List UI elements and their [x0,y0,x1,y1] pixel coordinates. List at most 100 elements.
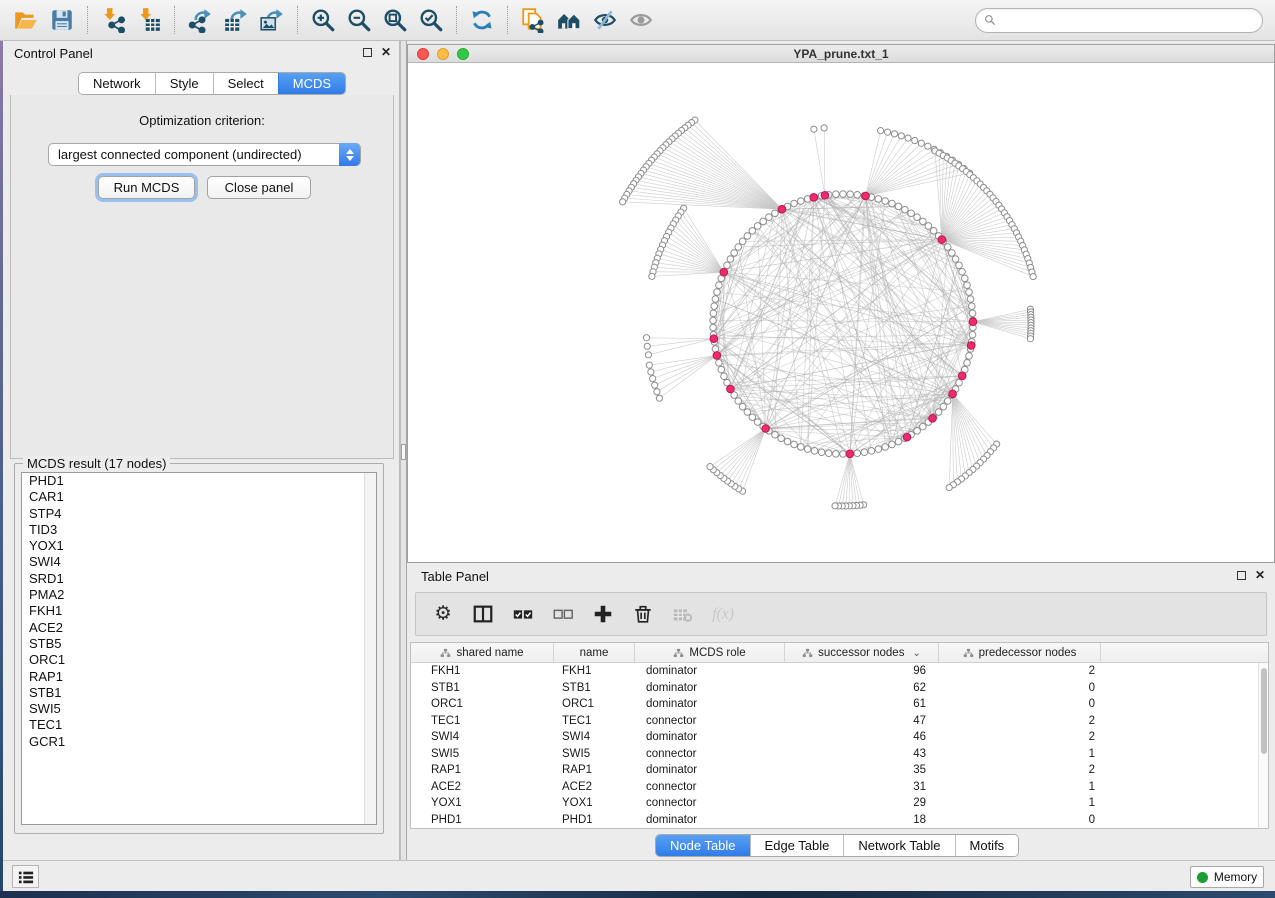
vertical-splitter[interactable] [400,41,407,860]
export-table-button[interactable] [218,4,254,36]
tab-edge-table[interactable]: Edge Table [750,835,844,856]
mcds-result-item[interactable]: GCR1 [22,734,376,750]
tab-network-table[interactable]: Network Table [843,835,954,856]
tab-style[interactable]: Style [155,73,213,94]
control-panel-title: Control Panel [14,46,93,61]
table-row[interactable]: RAP1RAP1dominator352 [411,762,1258,779]
mcds-result-item[interactable]: YOX1 [22,538,376,554]
table-row[interactable]: YOX1YOX1connector291 [411,795,1258,812]
mcds-result-item[interactable]: ORC1 [22,652,376,668]
table-row[interactable]: FKH1FKH1dominator962 [411,663,1258,680]
mcds-result-item[interactable]: SWI4 [22,554,376,570]
close-panel-button[interactable]: Close panel [207,176,311,199]
export-table-icon [223,7,249,33]
table-row[interactable]: SWI5SWI5connector431 [411,746,1258,763]
save-session-button[interactable] [44,4,80,36]
column-header-MCDS-role[interactable]: MCDS role [635,643,785,663]
cell-shared-name: FKH1 [411,665,554,677]
close-panel-icon[interactable]: ✕ [381,47,391,57]
zoom-fit-button[interactable] [377,4,413,36]
network-view-titlebar[interactable]: YPA_prune.txt_1 [408,45,1274,63]
cell-name: SWI4 [554,731,635,743]
zoom-out-button[interactable] [341,4,377,36]
deselect-all-icon [552,603,574,625]
mcds-result-item[interactable]: CAR1 [22,489,376,505]
mcds-result-item[interactable]: PMA2 [22,587,376,603]
network-view-title: YPA_prune.txt_1 [408,47,1274,61]
mcds-result-item[interactable]: SRD1 [22,571,376,587]
tab-motifs[interactable]: Motifs [955,835,1019,856]
run-mcds-button[interactable]: Run MCDS [98,176,195,199]
show-graphics-details-button[interactable] [623,4,659,36]
delete-table-icon [672,603,694,625]
tab-network[interactable]: Network [79,73,155,94]
function-builder-button: f(x) [710,601,736,627]
deselect-all-button[interactable] [550,601,576,627]
export-image-button[interactable] [254,4,290,36]
houses-button[interactable] [551,4,587,36]
import-network-button[interactable] [95,4,131,36]
apply-layout-button[interactable] [464,4,500,36]
select-all-button[interactable] [510,601,536,627]
add-row-button[interactable] [590,601,616,627]
apply-layout-icon [469,7,495,33]
new-network-from-selection-button[interactable] [515,4,551,36]
mcds-result-item[interactable]: SWI5 [22,701,376,717]
tab-select[interactable]: Select [213,73,278,94]
scrollbar-thumb[interactable] [1261,668,1267,754]
mcds-result-item[interactable]: FKH1 [22,603,376,619]
delete-row-button[interactable] [630,601,656,627]
criterion-select[interactable]: largest connected component (undirected) [48,143,361,166]
search-icon [984,14,997,27]
open-session-button[interactable] [8,4,44,36]
mcds-result-list[interactable]: PHD1CAR1STP4TID3YOX1SWI4SRD1PMA2FKH1ACE2… [21,472,377,825]
cell-successor-nodes: 96 [785,665,939,677]
table-row[interactable]: SWI4SWI4dominator462 [411,729,1258,746]
mcds-result-item[interactable]: STB5 [22,636,376,652]
column-header-successor-nodes[interactable]: successor nodes⌄ [785,643,939,663]
mcds-result-item[interactable]: RAP1 [22,669,376,685]
zoom-in-button[interactable] [305,4,341,36]
cell-shared-name: SWI5 [411,748,554,760]
network-canvas[interactable] [408,63,1274,562]
zoom-selected-button[interactable] [413,4,449,36]
hide-graphics-details-button[interactable] [587,4,623,36]
table-row[interactable]: TEC1TEC1connector472 [411,713,1258,730]
search-box[interactable] [975,8,1263,33]
table-toolbar: ⚙ f(x) [415,592,1267,636]
float-panel-icon[interactable] [1237,571,1246,580]
gear-button[interactable]: ⚙ [430,601,456,627]
column-header-shared-name[interactable]: shared name [411,643,554,663]
task-history-button[interactable] [12,865,39,888]
column-header-name[interactable]: name [554,643,635,663]
mcds-result-item[interactable]: TID3 [22,522,376,538]
table-row[interactable]: ORC1ORC1dominator610 [411,696,1258,713]
mcds-result-item[interactable]: STB1 [22,685,376,701]
close-panel-icon[interactable]: ✕ [1255,570,1265,580]
memory-button[interactable]: Memory [1190,866,1264,888]
mcds-result-item[interactable]: TEC1 [22,717,376,733]
table-scrollbar[interactable] [1258,663,1268,828]
mcds-result-item[interactable]: PHD1 [22,473,376,489]
mcds-list-scrollbar[interactable] [364,473,376,824]
columns-button[interactable] [470,601,496,627]
splitter-handle[interactable] [401,444,406,460]
table-row[interactable]: ACE2ACE2connector311 [411,779,1258,796]
toolbar-separator [297,6,298,34]
float-panel-icon[interactable] [363,48,372,57]
table-header-row: shared namenameMCDS rolesuccessor nodes⌄… [411,643,1268,663]
cell-predecessor-nodes: 1 [939,748,1101,760]
table-row[interactable]: STB1STB1dominator620 [411,680,1258,697]
tab-node-table[interactable]: Node Table [656,835,750,856]
cell-shared-name: RAP1 [411,764,554,776]
column-header-predecessor-nodes[interactable]: predecessor nodes [939,643,1101,663]
table-row[interactable]: PHD1PHD1dominator180 [411,812,1258,829]
toolbar-separator [456,6,457,34]
mcds-result-item[interactable]: STP4 [22,506,376,522]
mcds-result-item[interactable]: ACE2 [22,620,376,636]
export-network-button[interactable] [182,4,218,36]
import-table-button[interactable] [131,4,167,36]
tab-mcds[interactable]: MCDS [278,73,345,94]
search-input[interactable] [1002,14,1254,28]
cell-MCDS-role: dominator [635,665,785,677]
